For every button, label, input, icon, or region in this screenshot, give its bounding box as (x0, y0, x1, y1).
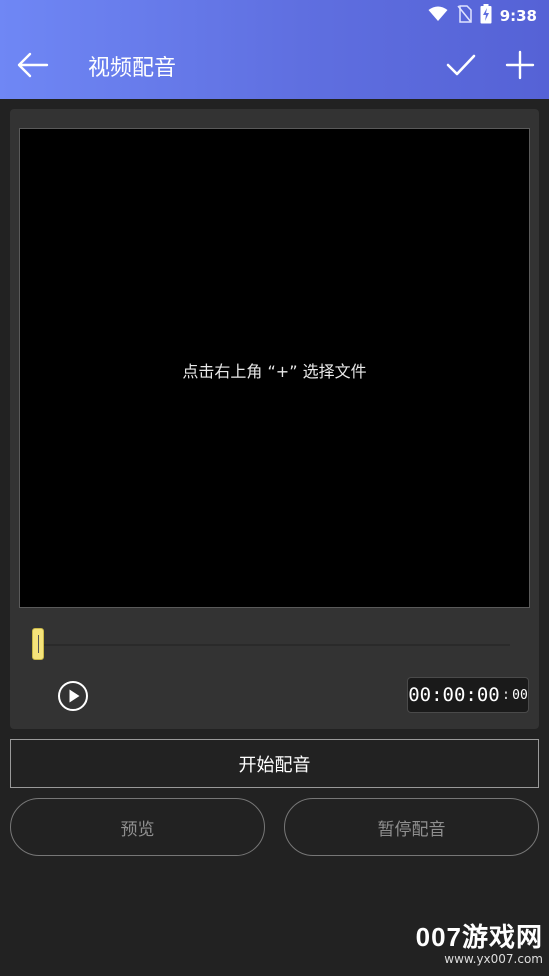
page-title: 视频配音 (88, 56, 177, 81)
toolbar: 视频配音 (0, 32, 549, 99)
time-display: 00:00:00 : 00 (407, 677, 529, 713)
video-preview-area[interactable]: 点击右上角 “+” 选择文件 (19, 128, 530, 608)
player-card: 点击右上角 “+” 选择文件 00:00:00 : 00 (10, 109, 539, 729)
back-button[interactable] (10, 44, 56, 90)
status-icons: 9:38 (428, 4, 537, 28)
seek-track[interactable] (40, 644, 510, 646)
wifi-icon (428, 6, 448, 26)
pause-dubbing-button[interactable]: 暂停配音 (284, 798, 539, 856)
watermark-brand: 007游戏网 (415, 922, 543, 952)
time-main: 00:00:00 (408, 684, 500, 706)
watermark-url: www.yx007.com (444, 952, 543, 966)
confirm-button[interactable] (438, 44, 484, 90)
app-bar: 9:38 视频配音 (0, 0, 549, 99)
play-button[interactable] (57, 680, 89, 712)
seek-handle[interactable] (32, 628, 44, 660)
video-hint: 点击右上角 “+” 选择文件 (182, 362, 367, 381)
add-button[interactable] (497, 44, 543, 90)
start-dubbing-button[interactable]: 开始配音 (10, 739, 539, 788)
battery-charging-icon (480, 4, 492, 28)
plus-icon (505, 50, 535, 84)
status-bar: 9:38 (0, 0, 549, 32)
no-sim-icon (456, 5, 472, 27)
time-separator: : (501, 687, 511, 703)
arrow-left-icon (17, 52, 49, 82)
watermark: 007游戏网 www.yx007.com (416, 917, 543, 966)
status-time: 9:38 (499, 7, 537, 25)
check-icon (446, 53, 476, 81)
preview-button[interactable]: 预览 (10, 798, 265, 856)
time-ms: 00 (512, 687, 528, 703)
play-circle-icon (57, 681, 89, 716)
